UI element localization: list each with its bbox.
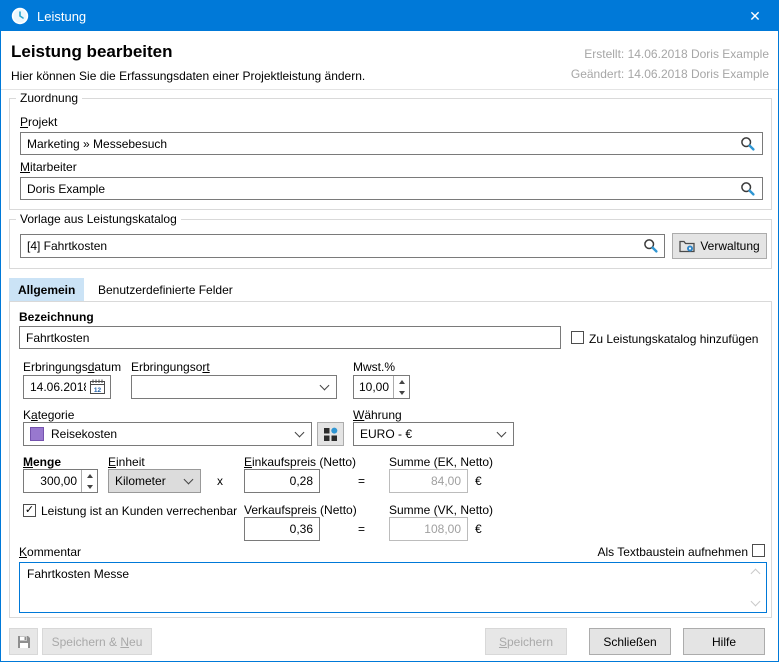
scroll-up-icon[interactable] (751, 569, 761, 579)
modified-meta: Geändert: 14.06.2018 Doris Example (571, 67, 769, 81)
euro-sign-vk: € (475, 522, 482, 536)
zu-leistungskatalog-label: Zu Leistungskatalog hinzufügen (589, 332, 758, 346)
zu-leistungskatalog-checkbox[interactable] (571, 331, 584, 344)
folder-gear-icon (679, 239, 695, 253)
mwst-spin-up[interactable] (394, 376, 409, 387)
vorlage-legend: Vorlage aus Leistungskatalog (16, 212, 181, 226)
clock-icon (11, 7, 29, 25)
verrechenbar-label: Leistung ist an Kunden verrechenbar (41, 504, 237, 518)
chevron-down-icon (295, 428, 305, 438)
speichern-und-neu-button[interactable]: Speichern & Neu (42, 628, 152, 655)
tab-benutzerdefinierte-felder[interactable]: Benutzerdefinierte Felder (89, 278, 242, 301)
allgemein-tab-panel: Bezeichnung Zu Leistungskatalog hinzufüg… (9, 301, 772, 618)
summe-ek-output (389, 469, 468, 493)
projekt-label: Projekt (20, 115, 57, 129)
kategorie-color-swatch (30, 427, 44, 441)
menge-label: Menge (23, 455, 61, 469)
mitarbeiter-input[interactable] (20, 177, 763, 200)
category-grid-icon (323, 427, 338, 442)
verwaltung-label: Verwaltung (700, 239, 759, 253)
summe-vk-label: Summe (VK, Netto) (389, 503, 493, 517)
created-meta: Erstellt: 14.06.2018 Doris Example (584, 47, 769, 61)
close-icon[interactable]: ✕ (732, 1, 778, 31)
vorlage-input[interactable] (20, 234, 665, 258)
waehrung-combobox[interactable]: EURO - € (353, 422, 514, 446)
verrechenbar-checkbox[interactable]: ✓ (23, 504, 36, 517)
zuordnung-group: Zuordnung Projekt Mitarbeiter (9, 98, 772, 210)
header-divider (1, 89, 778, 90)
zuordnung-legend: Zuordnung (16, 91, 82, 105)
mitarbeiter-search-icon[interactable] (740, 181, 756, 197)
window-title: Leistung (37, 9, 86, 24)
bezeichnung-input[interactable] (19, 326, 561, 349)
summe-vk-output (389, 517, 468, 541)
kategorie-verwaltung-button[interactable] (317, 422, 344, 446)
mwst-spin-down[interactable] (394, 387, 409, 398)
menge-spin-up[interactable] (82, 470, 97, 481)
chevron-down-icon (184, 475, 194, 485)
save-icon-button[interactable] (9, 628, 38, 655)
kategorie-label: Kategorie (23, 408, 74, 422)
page-title: Leistung bearbeiten (11, 42, 173, 62)
calendar-icon[interactable]: 12 (89, 379, 106, 395)
page-subtitle: Hier können Sie die Erfassungsdaten eine… (11, 69, 365, 83)
euro-sign-ek: € (475, 474, 482, 488)
mwst-label: Mwst.% (353, 360, 395, 374)
verkaufspreis-input[interactable] (244, 517, 320, 541)
projekt-search-icon[interactable] (740, 136, 756, 152)
kommentar-text: Fahrtkosten Messe (27, 567, 744, 581)
summe-ek-label: Summe (EK, Netto) (389, 455, 493, 469)
scroll-down-icon[interactable] (751, 597, 761, 607)
menge-spin-down[interactable] (82, 481, 97, 492)
kategorie-combobox[interactable]: Reisekosten (23, 422, 312, 446)
mwst-spinner[interactable]: 10,00 (353, 375, 410, 399)
schliessen-button[interactable]: Schließen (589, 628, 671, 655)
textbaustein-checkbox[interactable] (752, 544, 765, 557)
times-sign: x (217, 474, 223, 488)
vorlage-search-icon[interactable] (643, 238, 659, 254)
einheit-value: Kilometer (115, 474, 166, 488)
menge-spinner[interactable]: 300,00 (23, 469, 98, 493)
textbaustein-label: Als Textbaustein aufnehmen (597, 545, 748, 559)
svg-text:12: 12 (94, 387, 102, 394)
speichern-button[interactable]: Speichern (485, 628, 567, 655)
hilfe-button[interactable]: Hilfe (683, 628, 765, 655)
leistung-dialog: Leistung ✕ Leistung bearbeiten Hier könn… (0, 0, 779, 662)
erbringungsdatum-label: Erbringungsdatum (23, 360, 121, 374)
floppy-disk-icon (16, 634, 32, 650)
waehrung-value: EURO - € (360, 427, 412, 441)
kommentar-label: Kommentar (19, 545, 81, 559)
einkaufspreis-input[interactable] (244, 469, 320, 493)
vorlage-group: Vorlage aus Leistungskatalog Verwaltung (9, 219, 772, 269)
equals-sign-vk: = (358, 522, 365, 536)
chevron-down-icon (497, 428, 507, 438)
equals-sign-ek: = (358, 474, 365, 488)
kommentar-textarea[interactable]: Fahrtkosten Messe (19, 562, 767, 613)
kategorie-value: Reisekosten (51, 427, 117, 441)
waehrung-label: Währung (353, 408, 402, 422)
titlebar[interactable]: Leistung ✕ (1, 1, 778, 31)
einheit-combobox[interactable]: Kilometer (108, 469, 201, 493)
erbringungsort-combobox[interactable] (131, 375, 337, 399)
erbringungsort-label: Erbringungsort (131, 360, 210, 374)
chevron-down-icon (320, 381, 330, 391)
mitarbeiter-label: Mitarbeiter (20, 160, 77, 174)
projekt-input[interactable] (20, 132, 763, 155)
einheit-label: Einheit (108, 455, 145, 469)
verkaufspreis-label: Verkaufspreis (Netto) (244, 503, 357, 517)
einkaufspreis-label: Einkaufspreis (Netto) (244, 455, 356, 469)
verwaltung-button[interactable]: Verwaltung (672, 233, 767, 259)
bezeichnung-label: Bezeichnung (19, 310, 94, 324)
tab-allgemein[interactable]: Allgemein (9, 278, 84, 301)
